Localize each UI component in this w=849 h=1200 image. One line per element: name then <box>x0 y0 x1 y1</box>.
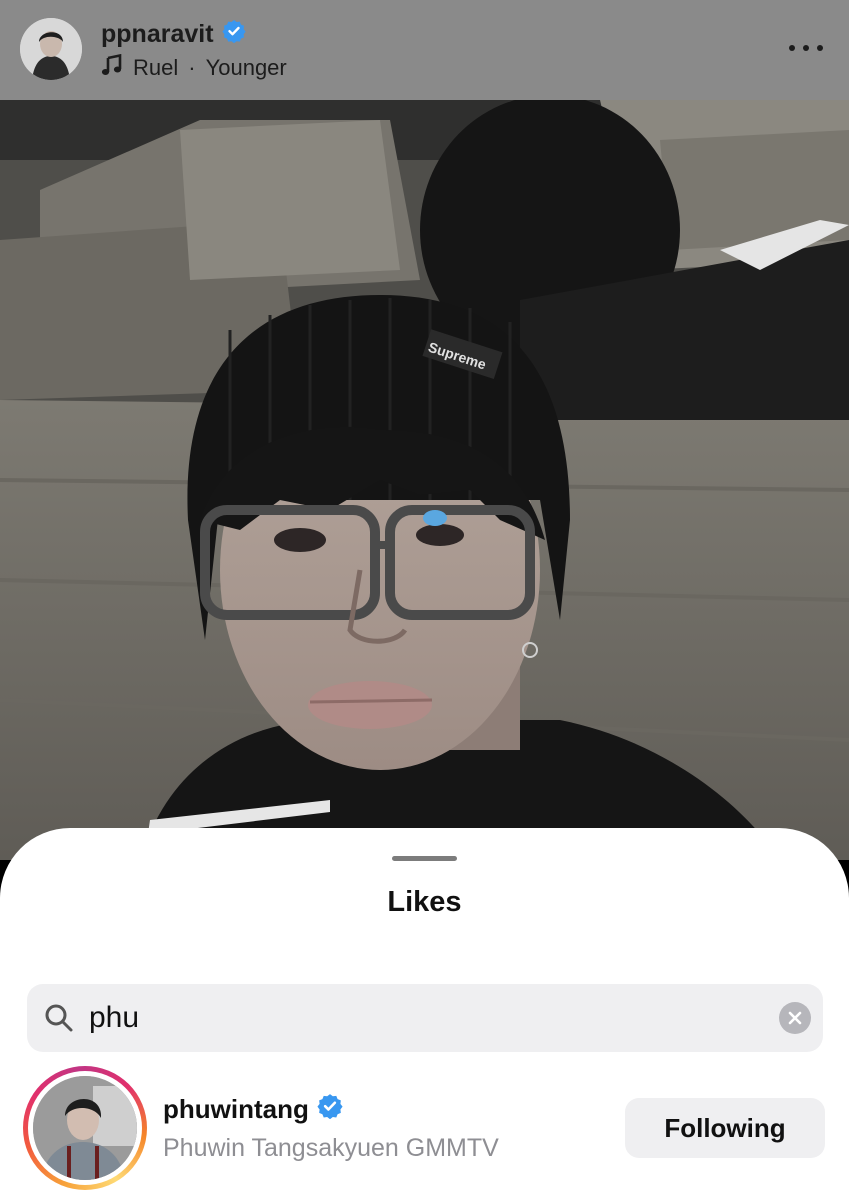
more-options-icon[interactable] <box>789 36 823 60</box>
music-separator: · <box>188 55 196 80</box>
avatar[interactable] <box>33 1076 137 1180</box>
sheet-grabber[interactable] <box>392 856 457 861</box>
result-username[interactable]: phuwintang <box>163 1092 343 1126</box>
likes-sheet: Likes phu phuwintang Phuwin Tangsakyuen … <box>0 828 849 1200</box>
search-input[interactable] <box>89 994 749 1042</box>
story-ring[interactable] <box>23 1066 147 1190</box>
post-username[interactable]: ppnaravit <box>101 18 246 50</box>
result-full-name: Phuwin Tangsakyuen GMMTV <box>163 1134 499 1162</box>
verified-badge-icon <box>317 1093 343 1126</box>
post-image[interactable]: Supreme <box>0 100 849 860</box>
post-username-label[interactable]: ppnaravit <box>101 20 214 49</box>
clear-icon[interactable] <box>779 1002 811 1034</box>
result-username-label[interactable]: phuwintang <box>163 1094 309 1125</box>
music-artist: Ruel <box>133 55 179 80</box>
post-header: ppnaravit Ruel · Younger <box>0 0 849 100</box>
sheet-title: Likes <box>387 886 462 918</box>
following-button[interactable]: Following <box>625 1098 825 1158</box>
music-title: Younger <box>205 55 287 80</box>
search-icon <box>43 1002 75 1034</box>
post-image-art: Supreme <box>0 100 849 860</box>
music-note-icon <box>101 53 123 82</box>
verified-badge-icon <box>221 19 246 50</box>
search-bar[interactable] <box>27 984 823 1052</box>
avatar[interactable] <box>20 18 82 80</box>
list-item[interactable]: phuwintang Phuwin Tangsakyuen GMMTV Foll… <box>0 1066 849 1196</box>
music-info[interactable]: Ruel · Younger <box>101 53 287 82</box>
